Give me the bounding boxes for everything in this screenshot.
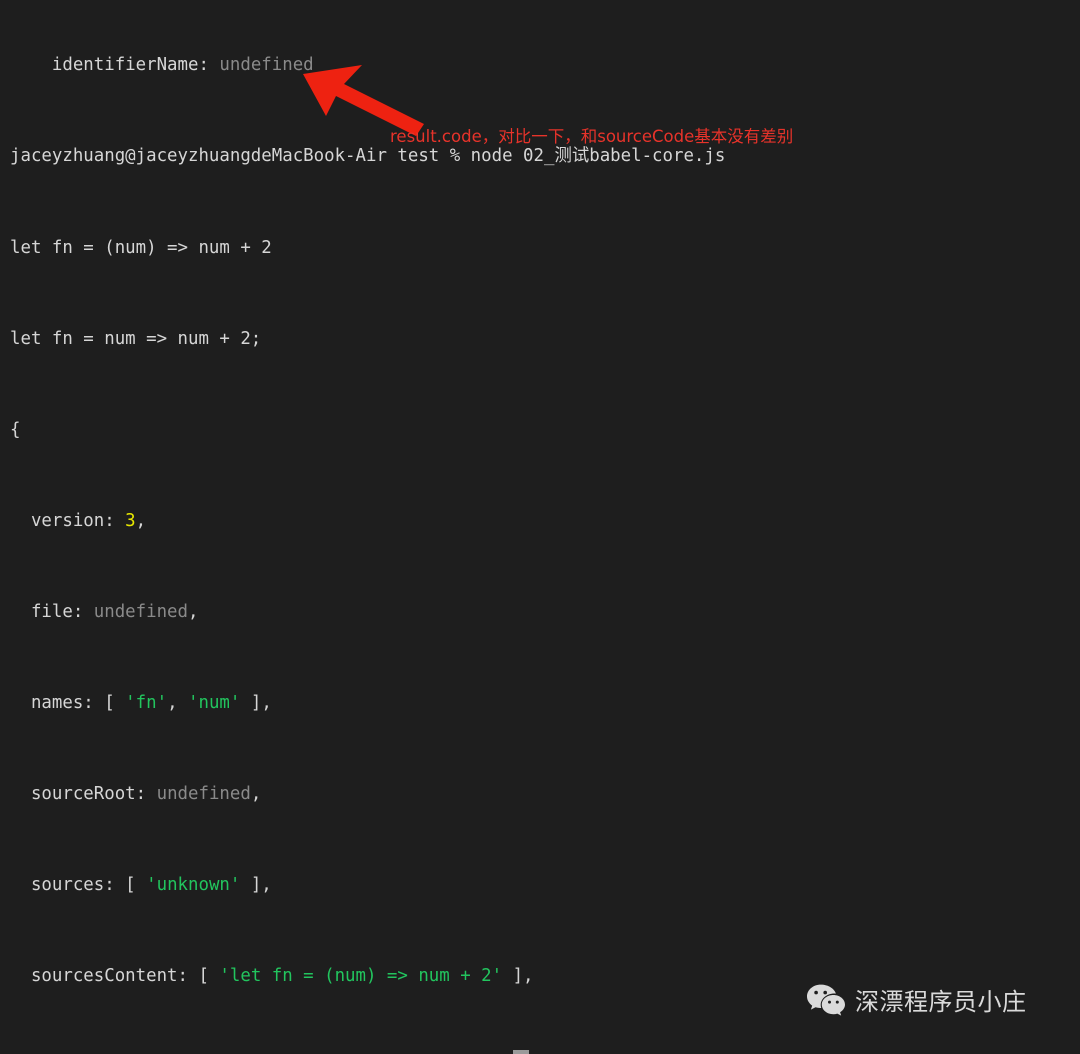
console-line-version: version: 3, [10,510,147,531]
source-code-output: let fn = (num) => num + 2 [10,237,272,258]
console-line-open-brace: { [10,419,21,440]
terminal-cursor [513,1050,529,1054]
console-line-prompt: jaceyzhuang@jaceyzhuangdeMacBook-Air tes… [10,145,1070,168]
wechat-icon [807,984,845,1016]
console-output: identifierName: undefined jaceyzhuang@ja… [10,0,1070,1054]
console-line-names: names: [ 'fn', 'num' ], [10,693,272,714]
annotation-label: result.code，对比一下，和sourceCode基本没有差别 [390,127,794,146]
console-line-result-code: let fn = num => num + 2; [10,328,1070,351]
console-line-source-code: let fn = (num) => num + 2 [10,237,1070,260]
terminal-window[interactable]: identifierName: undefined jaceyzhuang@ja… [0,0,1080,1054]
value-sourceroot: undefined [156,784,251,805]
shell-prompt-text: jaceyzhuang@jaceyzhuangdeMacBook-Air tes… [10,146,726,167]
value-sourcescontent-0: 'let fn = (num) => num + 2' [219,966,503,987]
value-version: 3 [125,510,136,531]
value-file: undefined [93,602,188,622]
console-line-partial-top: identifierName: undefined [10,55,314,76]
watermark: 深漂程序员小庄 [806,982,1027,1017]
result-code-output: let fn = num => num + 2; [10,328,262,349]
console-line-file: file: undefined, [10,602,199,622]
value-sources-0: 'unknown' [146,875,241,896]
value-names-0: 'fn' [125,693,168,714]
watermark-label: 深漂程序员小庄 [855,988,1027,1016]
console-line-sourceroot: sourceRoot: undefined, [10,784,262,805]
console-line-sources: sources: [ 'unknown' ], [10,875,272,896]
value-names-1: 'num' [188,693,241,714]
